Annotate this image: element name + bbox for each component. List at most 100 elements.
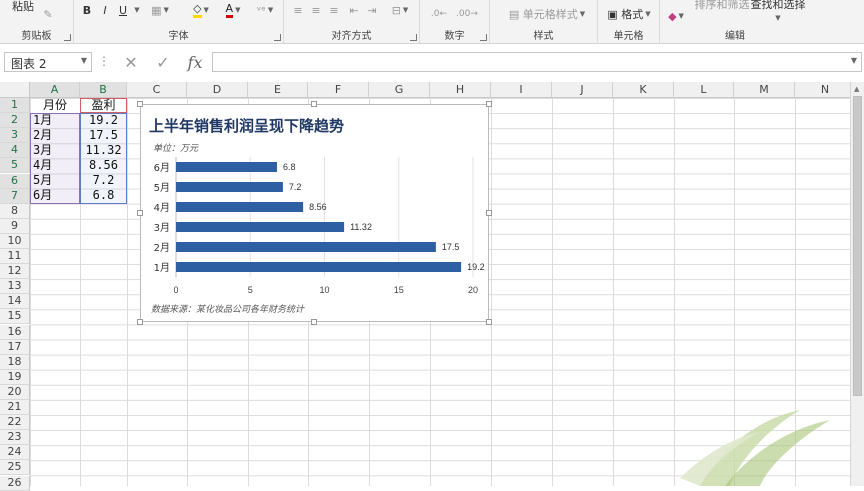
vertical-scrollbar[interactable]: ▲ bbox=[850, 82, 864, 486]
column-header-j[interactable]: J bbox=[552, 82, 613, 98]
format-painter-icon[interactable]: ✎ bbox=[40, 6, 56, 22]
cell-a7[interactable]: 6月 bbox=[30, 188, 80, 203]
cell-b3[interactable]: 17.5 bbox=[80, 128, 127, 143]
resize-handle-t[interactable] bbox=[311, 101, 317, 107]
resize-handle-br[interactable] bbox=[486, 319, 492, 325]
scrollbar-thumb[interactable] bbox=[853, 96, 862, 396]
align-right-icon[interactable]: ≡ bbox=[326, 2, 342, 18]
row-header-18[interactable]: 18 bbox=[0, 354, 30, 370]
column-header-g[interactable]: G bbox=[369, 82, 430, 98]
row-header-10[interactable]: 10 bbox=[0, 233, 30, 249]
decrease-decimal-icon[interactable]: .00→ bbox=[456, 6, 478, 22]
font-color-icon[interactable]: A ▼ bbox=[220, 2, 246, 18]
column-header-c[interactable]: C bbox=[127, 82, 187, 98]
bar-chart[interactable]: 上半年销售利润呈现下降趋势 单位：万元 0 5 10 15 20 1月 19.2 2月 17.5… bbox=[140, 104, 489, 322]
fill-color-icon[interactable]: ◇ ▼ bbox=[188, 2, 214, 18]
column-header-l[interactable]: L bbox=[674, 82, 734, 98]
phonetic-icon[interactable]: ᵛᵉ ▼ bbox=[254, 2, 276, 18]
cell-b2[interactable]: 19.2 bbox=[80, 113, 127, 128]
column-header-i[interactable]: I bbox=[491, 82, 552, 98]
row-header-11[interactable]: 11 bbox=[0, 249, 30, 264]
bar-3[interactable] bbox=[176, 222, 345, 232]
scroll-up-icon[interactable]: ▲ bbox=[854, 85, 859, 93]
underline-button[interactable]: U bbox=[116, 2, 130, 18]
find-select-dropdown-icon[interactable]: ▼ bbox=[772, 10, 782, 26]
row-header-23[interactable]: 23 bbox=[0, 430, 30, 446]
resize-handle-tl[interactable] bbox=[137, 101, 143, 107]
cell-a1[interactable]: 月份 bbox=[30, 98, 80, 113]
row-header-12[interactable]: 12 bbox=[0, 264, 30, 280]
cell-a5[interactable]: 4月 bbox=[30, 158, 80, 173]
insert-function-icon[interactable]: fx bbox=[182, 51, 208, 73]
row-header-9[interactable]: 9 bbox=[0, 218, 30, 234]
cell-styles-button[interactable]: ▤ 单元格样式 ▼ bbox=[502, 6, 592, 22]
row-header-8[interactable]: 8 bbox=[0, 203, 30, 219]
italic-button[interactable]: I bbox=[98, 2, 112, 18]
decrease-indent-icon[interactable]: ⇤ bbox=[346, 2, 362, 18]
bar-4[interactable] bbox=[176, 202, 304, 212]
bar-5[interactable] bbox=[176, 182, 283, 192]
column-header-m[interactable]: M bbox=[734, 82, 795, 98]
row-header-7[interactable]: 7 bbox=[0, 188, 30, 204]
cell-a2[interactable]: 1月 bbox=[30, 113, 80, 128]
bar-6[interactable] bbox=[176, 162, 277, 172]
drag-handle-icon[interactable]: ⋮ bbox=[98, 54, 110, 68]
cell-a4[interactable]: 3月 bbox=[30, 143, 80, 158]
row-header-22[interactable]: 22 bbox=[0, 415, 30, 431]
row-header-19[interactable]: 19 bbox=[0, 369, 30, 385]
bar-1[interactable] bbox=[176, 262, 462, 272]
row-header-16[interactable]: 16 bbox=[0, 324, 30, 340]
row-header-20[interactable]: 20 bbox=[0, 384, 30, 400]
cell-b4[interactable]: 11.32 bbox=[80, 143, 127, 158]
column-header-b[interactable]: B bbox=[80, 82, 127, 98]
row-header-3[interactable]: 3 bbox=[0, 128, 30, 144]
cell-b5[interactable]: 8.56 bbox=[80, 158, 127, 173]
alignment-dialog-launcher-icon[interactable] bbox=[410, 34, 417, 41]
row-header-2[interactable]: 2 bbox=[0, 113, 30, 129]
increase-indent-icon[interactable]: ⇥ bbox=[364, 2, 380, 18]
cell-b7[interactable]: 6.8 bbox=[80, 188, 127, 203]
chart-source-note[interactable]: 数据来源：某化妆品公司各年财务统计 bbox=[151, 302, 304, 315]
row-header-1[interactable]: 1 bbox=[0, 98, 30, 113]
cell-a6[interactable]: 5月 bbox=[30, 173, 80, 188]
clear-icon[interactable]: ◆ ▼ bbox=[666, 8, 686, 24]
paste-button[interactable]: 粘贴 bbox=[8, 0, 38, 14]
row-header-6[interactable]: 6 bbox=[0, 173, 30, 189]
column-header-h[interactable]: H bbox=[430, 82, 491, 98]
formula-input[interactable]: ▼ bbox=[212, 52, 862, 72]
row-header-14[interactable]: 14 bbox=[0, 294, 30, 310]
column-header-a[interactable]: A bbox=[30, 82, 80, 98]
resize-handle-r[interactable] bbox=[486, 210, 492, 216]
dialog-launcher-icon[interactable] bbox=[64, 34, 71, 41]
format-button[interactable]: ▣ 格式 ▼ bbox=[604, 6, 654, 22]
cell-b1[interactable]: 盈利 bbox=[80, 98, 127, 113]
resize-handle-l[interactable] bbox=[137, 210, 143, 216]
row-header-17[interactable]: 17 bbox=[0, 339, 30, 355]
resize-handle-b[interactable] bbox=[311, 319, 317, 325]
bold-button[interactable]: B bbox=[80, 2, 94, 18]
resize-handle-tr[interactable] bbox=[486, 101, 492, 107]
select-all-corner[interactable] bbox=[0, 82, 30, 98]
name-box-dropdown-icon[interactable]: ▼ bbox=[81, 56, 87, 65]
row-header-25[interactable]: 25 bbox=[0, 460, 30, 476]
column-header-e[interactable]: E bbox=[248, 82, 308, 98]
align-center-icon[interactable]: ≡ bbox=[308, 2, 324, 18]
increase-decimal-icon[interactable]: .0← bbox=[428, 6, 450, 22]
column-header-d[interactable]: D bbox=[187, 82, 248, 98]
expand-formula-icon[interactable]: ▼ bbox=[851, 56, 857, 65]
resize-handle-bl[interactable] bbox=[137, 319, 143, 325]
row-header-4[interactable]: 4 bbox=[0, 143, 30, 159]
row-header-5[interactable]: 5 bbox=[0, 158, 30, 174]
row-header-26[interactable]: 26 bbox=[0, 475, 30, 491]
borders-icon[interactable]: ▦ ▼ bbox=[150, 2, 170, 18]
name-box[interactable]: 图表 2 ▼ bbox=[4, 52, 92, 72]
underline-dropdown-icon[interactable]: ▼ bbox=[132, 2, 140, 18]
align-left-icon[interactable]: ≡ bbox=[290, 2, 306, 18]
row-header-13[interactable]: 13 bbox=[0, 279, 30, 295]
bar-2[interactable] bbox=[176, 242, 436, 252]
chart-plot-area[interactable]: 0 5 10 15 20 1月 19.2 2月 17.5 3月 11.32 4月 8.56 5月 7.2 6月… bbox=[141, 105, 490, 323]
font-dialog-launcher-icon[interactable] bbox=[274, 34, 281, 41]
row-header-21[interactable]: 21 bbox=[0, 400, 30, 415]
cancel-icon[interactable]: ✕ bbox=[118, 51, 144, 73]
row-header-24[interactable]: 24 bbox=[0, 445, 30, 461]
